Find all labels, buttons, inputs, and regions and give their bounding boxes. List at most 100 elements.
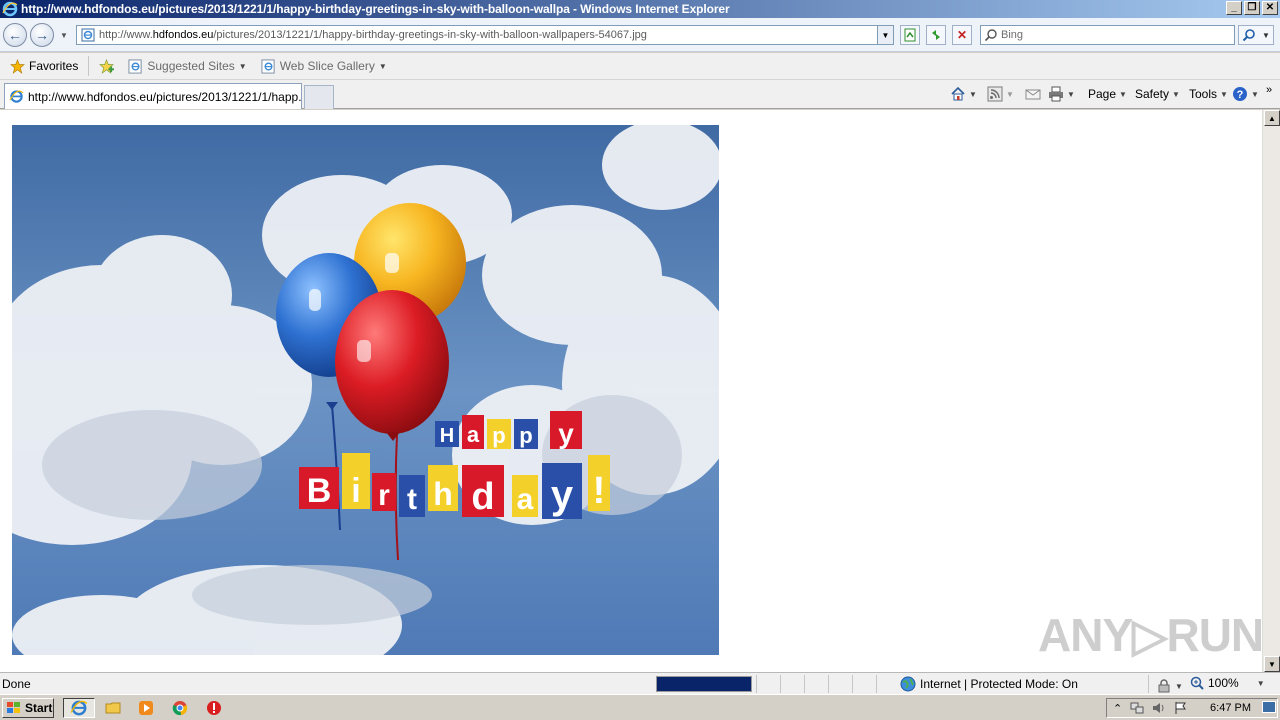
letter-tile: y	[558, 418, 574, 449]
status-pane	[804, 675, 826, 693]
progress-fill	[657, 677, 751, 691]
letter-tile: !	[593, 470, 606, 512]
svg-text:?: ?	[1237, 89, 1244, 101]
print-button[interactable]: ▼	[1048, 84, 1075, 104]
stop-sign-icon	[207, 701, 221, 715]
new-tab-button[interactable]	[304, 85, 334, 109]
web-slice-gallery-link[interactable]: Web Slice Gallery ▼	[257, 55, 391, 77]
folder-icon	[105, 702, 121, 714]
navigation-bar: ← → ▼ http://www.hdfondos.eu/pictures/20…	[0, 18, 1280, 52]
system-tray: ⌃ 6:47 PM	[1106, 698, 1278, 718]
search-button[interactable]: ▼	[1238, 25, 1274, 45]
tools-menu-button[interactable]: Tools ▼	[1189, 84, 1228, 104]
close-window-button[interactable]: ✕	[1262, 1, 1278, 15]
stop-button[interactable]: ✕	[952, 25, 972, 45]
back-button[interactable]: ←	[3, 23, 27, 47]
search-options-dropdown-icon[interactable]: ▼	[1262, 31, 1270, 40]
start-button[interactable]: Start	[2, 698, 54, 718]
address-url[interactable]: http://www.hdfondos.eu/pictures/2013/122…	[99, 29, 647, 41]
window-title-bar[interactable]: http://www.hdfondos.eu/pictures/2013/122…	[0, 0, 1280, 18]
globe-icon	[900, 676, 916, 692]
favorites-bar: Favorites Suggested Sites ▼ Web Slice Ga…	[0, 53, 1280, 80]
chevron-down-icon: ▼	[969, 89, 977, 99]
zoom-icon	[1190, 676, 1204, 690]
taskbar-file-explorer[interactable]	[100, 698, 126, 718]
help-button[interactable]: ? ▼	[1232, 84, 1259, 104]
printer-icon	[1049, 86, 1063, 102]
back-arrow-icon: ←	[8, 27, 22, 43]
safety-menu-button[interactable]: Safety ▼	[1135, 84, 1180, 104]
search-input[interactable]: Bing	[1001, 29, 1023, 41]
zoom-level-button[interactable]: 100% ▼	[1190, 676, 1265, 690]
forward-button[interactable]: →	[30, 23, 54, 47]
minimize-button[interactable]: _	[1226, 1, 1242, 15]
tools-menu-label: Tools	[1189, 87, 1218, 101]
show-desktop-button[interactable]	[1262, 701, 1276, 713]
ie-page-icon	[128, 58, 142, 74]
popup-blocker-button[interactable]: ▼	[1156, 676, 1183, 696]
internet-explorer-icon	[2, 1, 18, 17]
feeds-button[interactable]: ▼	[987, 84, 1014, 104]
stop-x-icon: ✕	[956, 28, 968, 42]
chevron-down-icon: ▼	[1268, 659, 1276, 669]
chevron-down-icon: ▼	[1175, 681, 1183, 691]
letter-tile: a	[467, 422, 480, 447]
suggested-sites-link[interactable]: Suggested Sites ▼	[124, 55, 250, 77]
tab-label: http://www.hdfondos.eu/pictures/2013/122…	[28, 89, 302, 104]
taskbar-security-app[interactable]	[201, 698, 227, 718]
favorites-star-icon	[10, 58, 25, 74]
forward-arrow-icon: →	[35, 27, 49, 43]
refresh-button[interactable]	[926, 25, 946, 45]
web-slice-gallery-label: Web Slice Gallery	[279, 59, 375, 73]
taskbar-clock[interactable]: 6:47 PM	[1210, 702, 1251, 714]
page-icon	[81, 28, 95, 42]
tab-current-page[interactable]: http://www.hdfondos.eu/pictures/2013/122…	[4, 83, 302, 109]
status-bar: Done Internet | Protected Mode: On ▼ 100…	[0, 672, 1280, 694]
add-to-favorites-bar-button[interactable]	[95, 55, 118, 77]
page-menu-label: Page	[1088, 87, 1117, 101]
home-button[interactable]: ▼	[950, 84, 977, 104]
address-dropdown-button[interactable]: ▼	[877, 26, 893, 44]
search-icon	[1242, 29, 1255, 42]
page-menu-button[interactable]: Page ▼	[1088, 84, 1127, 104]
add-favorite-icon	[99, 58, 115, 74]
zone-text: Internet | Protected Mode: On	[920, 677, 1078, 691]
taskbar-internet-explorer[interactable]	[63, 698, 95, 718]
vertical-scrollbar[interactable]: ▲ ▼	[1262, 110, 1280, 672]
search-box[interactable]: Bing	[980, 25, 1235, 45]
more-commands-chevron-icon[interactable]: »	[1266, 80, 1272, 100]
scroll-up-button[interactable]: ▲	[1264, 110, 1280, 126]
status-pane	[876, 675, 898, 693]
letter-tile: d	[471, 476, 494, 518]
status-pane	[828, 675, 850, 693]
restore-button[interactable]: ❐	[1244, 1, 1260, 15]
recent-pages-dropdown-icon[interactable]: ▼	[60, 31, 68, 40]
lock-icon	[1158, 679, 1170, 693]
status-pane	[852, 675, 874, 693]
compatibility-view-button[interactable]	[900, 25, 920, 45]
chevron-down-icon: ▼	[1172, 89, 1180, 99]
suggested-sites-label: Suggested Sites	[147, 59, 235, 73]
action-center-flag-icon[interactable]	[1174, 701, 1188, 715]
taskbar-media-player[interactable]	[133, 698, 159, 718]
address-bar[interactable]: http://www.hdfondos.eu/pictures/2013/122…	[76, 25, 894, 45]
read-mail-button[interactable]	[1025, 84, 1041, 104]
favorites-button[interactable]: Favorites	[6, 55, 82, 77]
letter-tile: r	[378, 479, 390, 512]
search-provider-icon	[984, 29, 997, 42]
refresh-icon	[932, 30, 940, 40]
birthday-balloon-image: H a p p y B i r t h d a y !	[12, 125, 719, 655]
help-icon: ?	[1233, 87, 1247, 101]
ie-page-icon	[261, 58, 275, 74]
taskbar-chrome[interactable]	[167, 698, 193, 718]
page-content: H a p p y B i r t h d a y !	[0, 110, 1262, 672]
scroll-down-button[interactable]: ▼	[1264, 656, 1280, 672]
volume-icon[interactable]	[1152, 701, 1166, 715]
windows-logo-icon	[7, 702, 20, 713]
security-zone-indicator[interactable]: Internet | Protected Mode: On	[900, 676, 1078, 692]
chevron-down-icon: ▼	[1220, 89, 1228, 99]
show-hidden-icons-chevron-icon[interactable]: ⌃	[1113, 702, 1122, 715]
letter-tile: h	[433, 476, 453, 512]
rss-feed-icon	[987, 86, 1003, 102]
network-icon[interactable]	[1130, 701, 1144, 715]
